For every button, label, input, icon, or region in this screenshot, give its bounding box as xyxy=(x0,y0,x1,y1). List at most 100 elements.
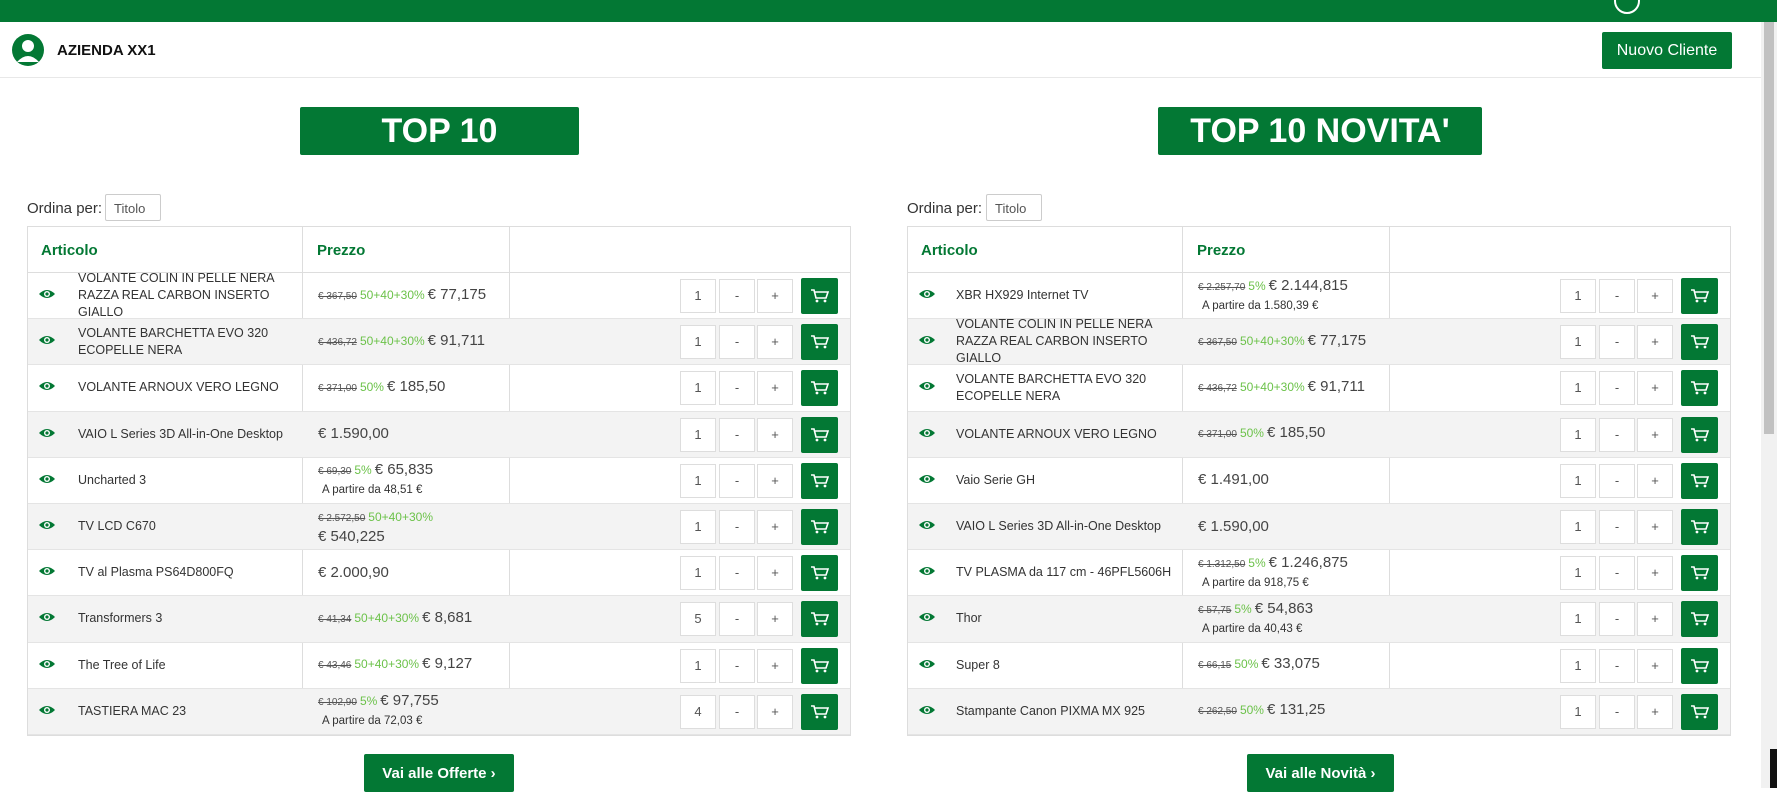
eye-icon[interactable] xyxy=(38,332,56,348)
quantity-input[interactable]: 1 xyxy=(680,509,716,544)
increase-button[interactable]: + xyxy=(1637,371,1673,406)
increase-button[interactable]: + xyxy=(757,694,793,729)
scrollbar-thumb[interactable] xyxy=(1764,22,1774,434)
product-name[interactable]: VOLANTE BARCHETTA EVO 320 ECOPELLE NERA xyxy=(956,365,1176,410)
add-to-cart-button[interactable] xyxy=(1681,647,1718,684)
user-menu-icon[interactable] xyxy=(1614,0,1640,14)
decrease-button[interactable]: - xyxy=(719,556,755,591)
increase-button[interactable]: + xyxy=(1637,648,1673,683)
quantity-input[interactable]: 1 xyxy=(1560,648,1596,683)
eye-icon[interactable] xyxy=(918,656,936,672)
quantity-input[interactable]: 1 xyxy=(680,463,716,498)
decrease-button[interactable]: - xyxy=(719,325,755,360)
decrease-button[interactable]: - xyxy=(719,602,755,637)
add-to-cart-button[interactable] xyxy=(801,555,838,592)
decrease-button[interactable]: - xyxy=(1599,371,1635,406)
product-name[interactable]: TV al Plasma PS64D800FQ xyxy=(78,550,298,595)
add-to-cart-button[interactable] xyxy=(801,508,838,545)
increase-button[interactable]: + xyxy=(757,417,793,452)
increase-button[interactable]: + xyxy=(1637,602,1673,637)
product-name[interactable]: Vaio Serie GH xyxy=(956,458,1176,503)
product-name[interactable]: VOLANTE BARCHETTA EVO 320 ECOPELLE NERA xyxy=(78,319,298,364)
decrease-button[interactable]: - xyxy=(719,648,755,683)
sort-select[interactable]: Titolo xyxy=(105,194,161,221)
eye-icon[interactable] xyxy=(918,609,936,625)
add-to-cart-button[interactable] xyxy=(1681,601,1718,638)
eye-icon[interactable] xyxy=(38,425,56,441)
eye-icon[interactable] xyxy=(918,378,936,394)
decrease-button[interactable]: - xyxy=(1599,556,1635,591)
decrease-button[interactable]: - xyxy=(719,417,755,452)
eye-icon[interactable] xyxy=(38,286,56,302)
add-to-cart-button[interactable] xyxy=(1681,278,1718,314)
eye-icon[interactable] xyxy=(38,656,56,672)
eye-icon[interactable] xyxy=(38,378,56,394)
eye-icon[interactable] xyxy=(918,286,936,302)
add-to-cart-button[interactable] xyxy=(1681,693,1718,730)
add-to-cart-button[interactable] xyxy=(801,278,838,314)
add-to-cart-button[interactable] xyxy=(1681,370,1718,407)
eye-icon[interactable] xyxy=(918,702,936,718)
decrease-button[interactable]: - xyxy=(1599,279,1635,313)
eye-icon[interactable] xyxy=(918,332,936,348)
decrease-button[interactable]: - xyxy=(1599,648,1635,683)
increase-button[interactable]: + xyxy=(757,556,793,591)
increase-button[interactable]: + xyxy=(1637,325,1673,360)
add-to-cart-button[interactable] xyxy=(801,462,838,499)
add-to-cart-button[interactable] xyxy=(1681,416,1718,453)
quantity-input[interactable]: 1 xyxy=(1560,463,1596,498)
increase-button[interactable]: + xyxy=(757,463,793,498)
product-name[interactable]: Super 8 xyxy=(956,643,1176,688)
quantity-input[interactable]: 1 xyxy=(1560,371,1596,406)
increase-button[interactable]: + xyxy=(757,325,793,360)
product-name[interactable]: VOLANTE COLIN IN PELLE NERA RAZZA REAL C… xyxy=(78,271,298,319)
add-to-cart-button[interactable] xyxy=(801,370,838,407)
increase-button[interactable]: + xyxy=(757,602,793,637)
decrease-button[interactable]: - xyxy=(719,279,755,313)
product-name[interactable]: VOLANTE COLIN IN PELLE NERA RAZZA REAL C… xyxy=(956,317,1176,365)
eye-icon[interactable] xyxy=(918,517,936,533)
product-name[interactable]: XBR HX929 Internet TV xyxy=(956,273,1176,318)
product-name[interactable]: VOLANTE ARNOUX VERO LEGNO xyxy=(956,412,1176,457)
eye-icon[interactable] xyxy=(38,517,56,533)
increase-button[interactable]: + xyxy=(1637,509,1673,544)
eye-icon[interactable] xyxy=(918,563,936,579)
increase-button[interactable]: + xyxy=(1637,417,1673,452)
decrease-button[interactable]: - xyxy=(1599,602,1635,637)
eye-icon[interactable] xyxy=(38,471,56,487)
product-name[interactable]: The Tree of Life xyxy=(78,643,298,688)
eye-icon[interactable] xyxy=(918,425,936,441)
quantity-input[interactable]: 1 xyxy=(680,279,716,313)
quantity-input[interactable]: 1 xyxy=(1560,509,1596,544)
add-to-cart-button[interactable] xyxy=(1681,508,1718,545)
add-to-cart-button[interactable] xyxy=(1681,462,1718,499)
scrollbar[interactable] xyxy=(1761,22,1777,788)
quantity-input[interactable]: 4 xyxy=(680,694,716,729)
quantity-input[interactable]: 1 xyxy=(680,648,716,683)
increase-button[interactable]: + xyxy=(757,371,793,406)
increase-button[interactable]: + xyxy=(1637,279,1673,313)
quantity-input[interactable]: 1 xyxy=(680,417,716,452)
product-name[interactable]: TV PLASMA da 117 cm - 46PFL5606H xyxy=(956,550,1176,595)
add-to-cart-button[interactable] xyxy=(801,324,838,361)
product-name[interactable]: TV LCD C670 xyxy=(78,504,298,549)
quantity-input[interactable]: 1 xyxy=(1560,602,1596,637)
increase-button[interactable]: + xyxy=(1637,463,1673,498)
increase-button[interactable]: + xyxy=(1637,556,1673,591)
product-name[interactable]: VAIO L Series 3D All-in-One Desktop xyxy=(956,504,1176,549)
decrease-button[interactable]: - xyxy=(1599,463,1635,498)
product-name[interactable]: Transformers 3 xyxy=(78,596,298,641)
increase-button[interactable]: + xyxy=(757,279,793,313)
decrease-button[interactable]: - xyxy=(1599,417,1635,452)
quantity-input[interactable]: 1 xyxy=(680,371,716,406)
quantity-input[interactable]: 1 xyxy=(1560,417,1596,452)
increase-button[interactable]: + xyxy=(1637,694,1673,729)
product-name[interactable]: TASTIERA MAC 23 xyxy=(78,689,298,734)
quantity-input[interactable]: 1 xyxy=(1560,556,1596,591)
decrease-button[interactable]: - xyxy=(719,371,755,406)
add-to-cart-button[interactable] xyxy=(801,416,838,453)
decrease-button[interactable]: - xyxy=(719,509,755,544)
eye-icon[interactable] xyxy=(38,702,56,718)
product-name[interactable]: Thor xyxy=(956,596,1176,641)
product-name[interactable]: Stampante Canon PIXMA MX 925 xyxy=(956,689,1176,734)
